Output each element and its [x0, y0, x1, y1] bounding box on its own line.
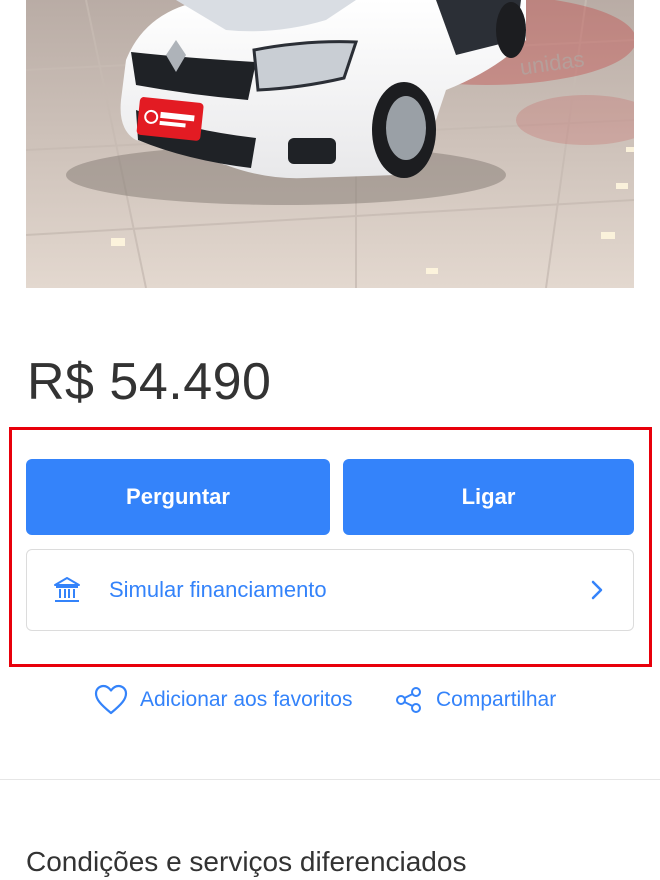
secondary-actions: Adicionar aos favoritos Compartilhar: [0, 680, 660, 720]
bank-icon: [54, 577, 80, 602]
price: R$ 54.490: [27, 353, 272, 411]
section-divider: [0, 779, 660, 780]
simulate-financing-label: Simular financiamento: [109, 577, 327, 602]
chevron-right-icon: [591, 580, 603, 600]
share-icon: [396, 687, 421, 713]
vehicle-photo-illustration: unidas: [26, 0, 634, 288]
vehicle-photo[interactable]: unidas: [26, 0, 634, 288]
section-title: Condições e serviços diferenciados: [26, 846, 467, 877]
add-to-favorites-button[interactable]: Adicionar aos favoritos: [94, 680, 352, 720]
call-button[interactable]: Ligar: [343, 459, 634, 535]
add-to-favorites-label: Adicionar aos favoritos: [140, 688, 353, 711]
ask-button[interactable]: Perguntar: [26, 459, 330, 535]
share-label: Compartilhar: [436, 688, 557, 711]
share-button[interactable]: Compartilhar: [394, 680, 556, 720]
heart-icon: [94, 684, 128, 715]
simulate-financing-button[interactable]: Simular financiamento: [26, 549, 634, 631]
